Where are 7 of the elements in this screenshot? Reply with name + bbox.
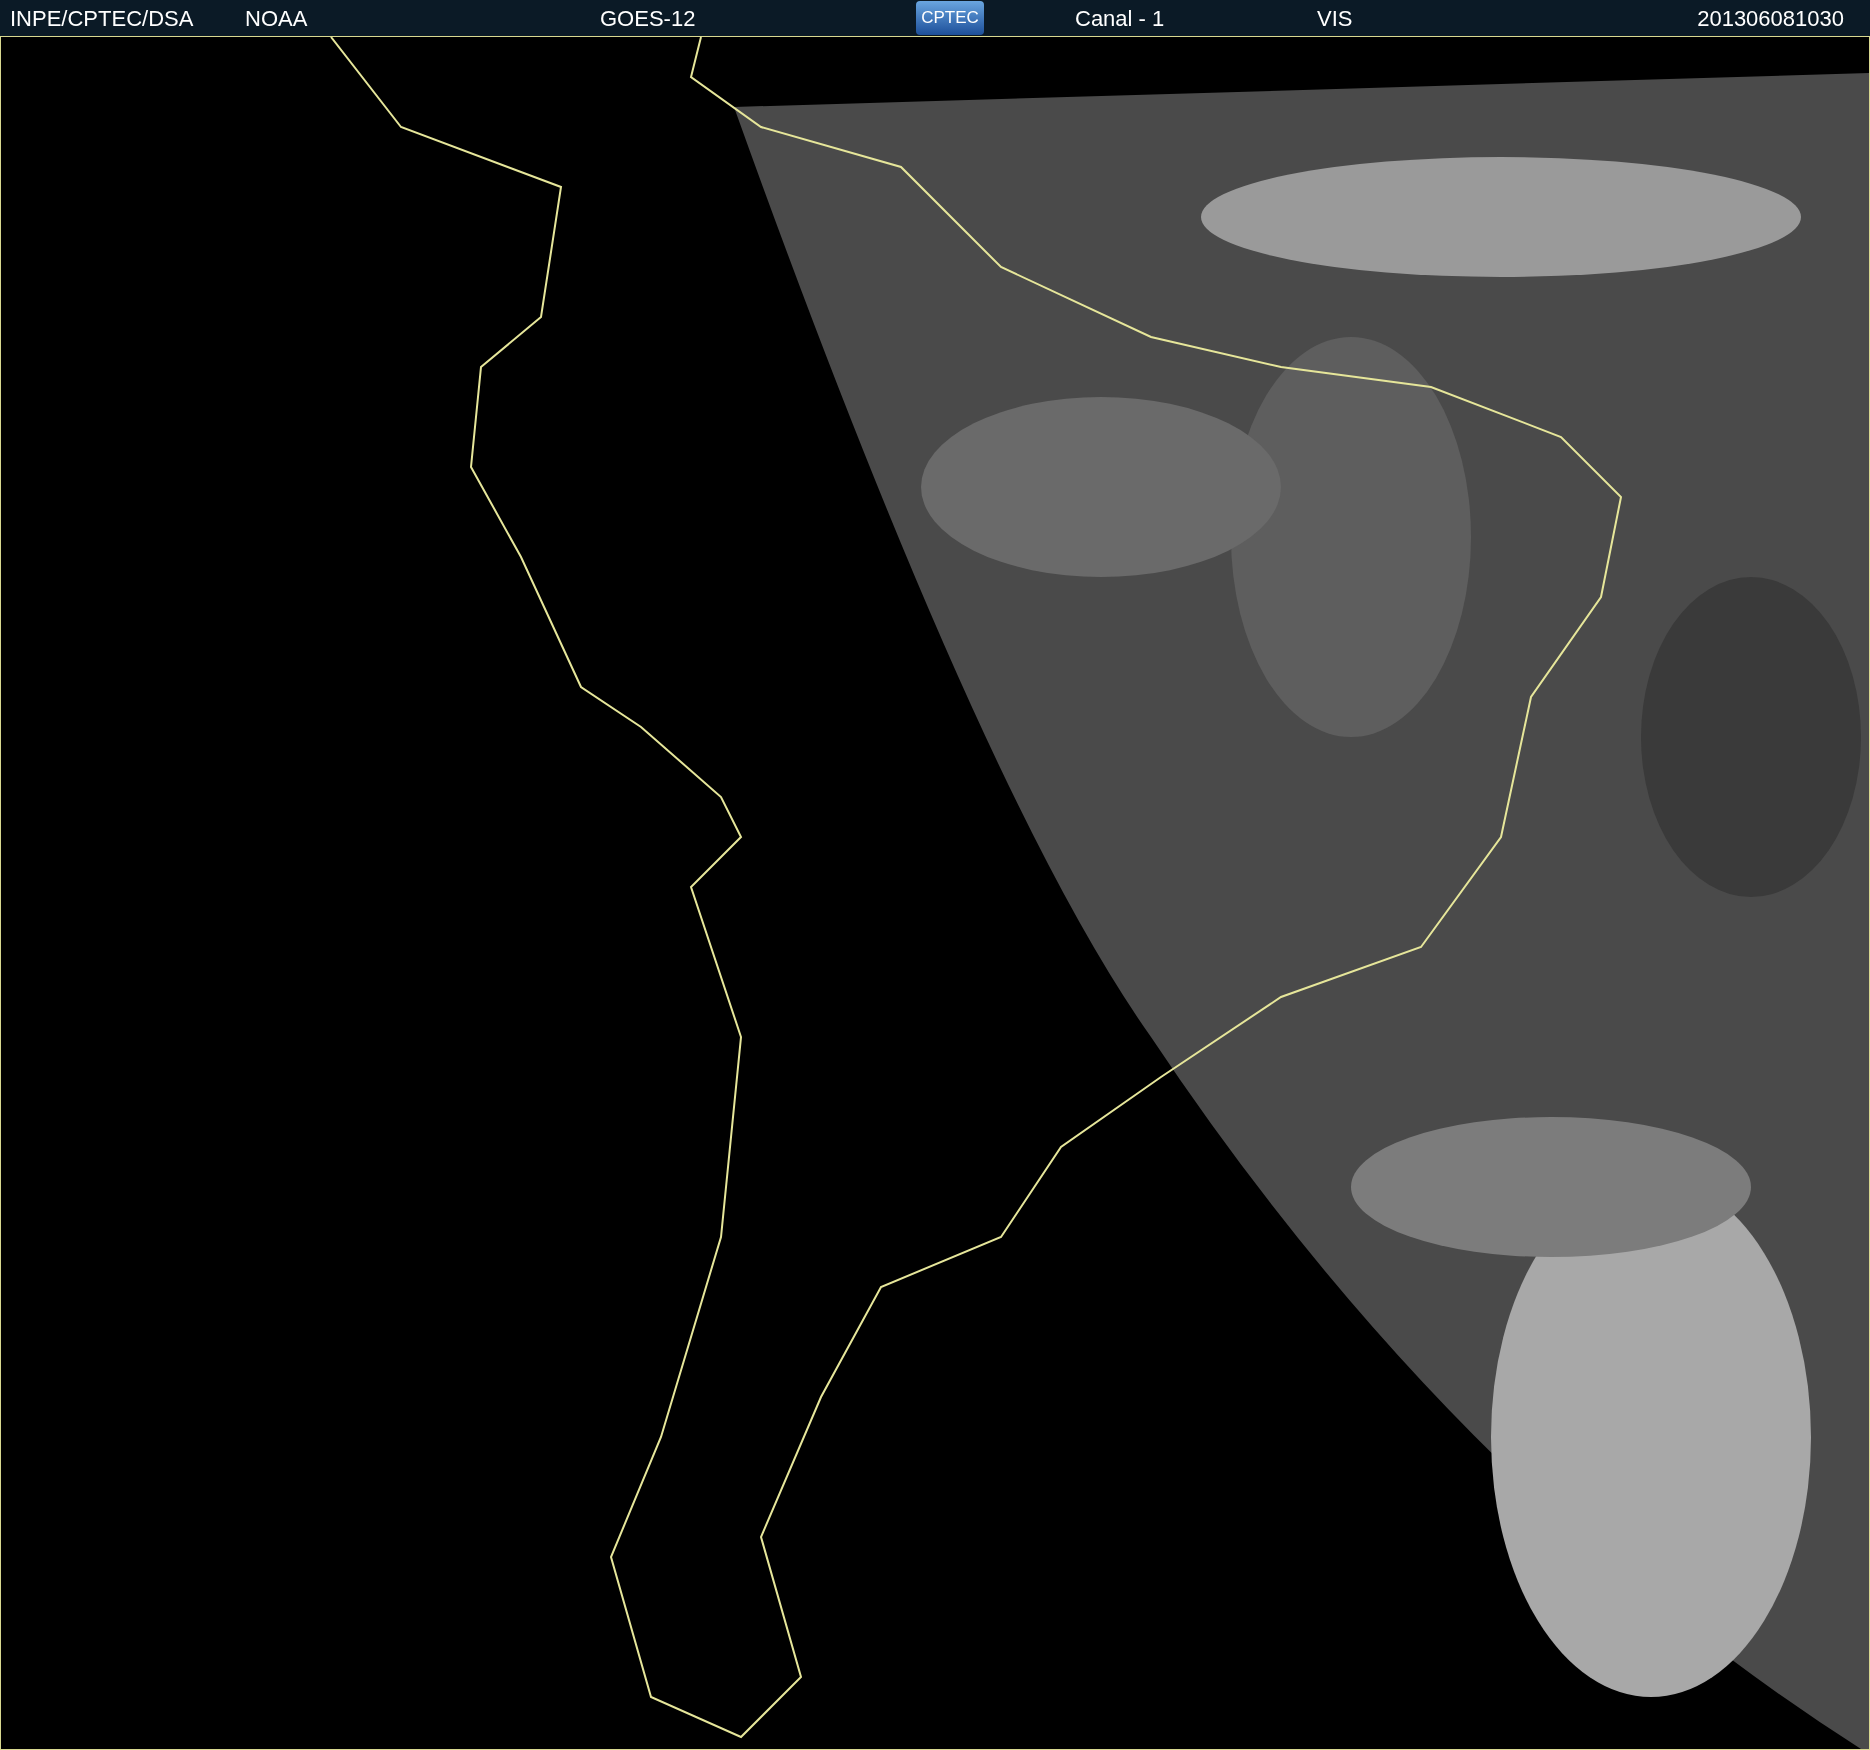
channel-label: Canal - 1 [1075, 4, 1166, 33]
timestamp-label: 201306081030 [1697, 4, 1845, 33]
satellite-label: GOES-12 [600, 4, 697, 33]
source-label: INPE/CPTEC/DSA [10, 4, 195, 33]
agency-label: NOAA [245, 4, 309, 33]
logo: CPTEC [916, 1, 984, 35]
band-label: VIS [1317, 4, 1353, 33]
